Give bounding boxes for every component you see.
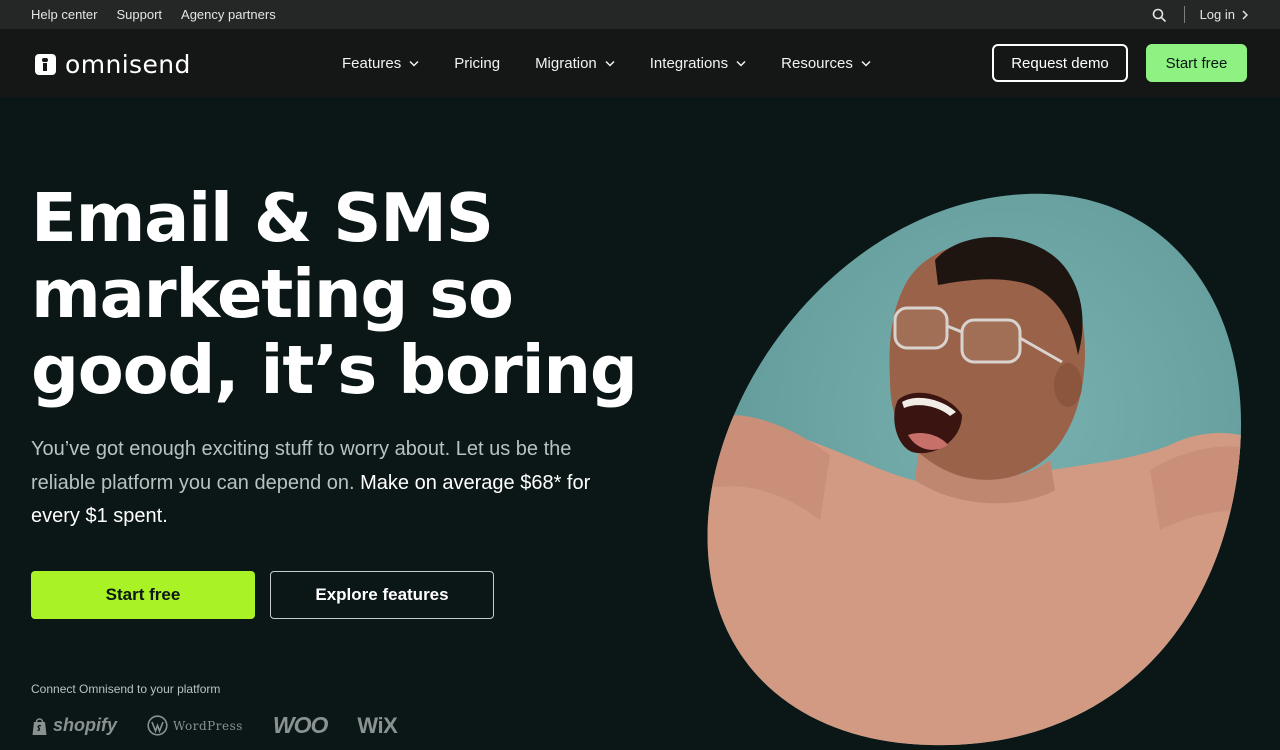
utility-separator bbox=[1183, 6, 1185, 23]
agency-partners-link[interactable]: Agency partners bbox=[181, 7, 276, 22]
wordpress-logo[interactable]: WordPress bbox=[147, 715, 243, 736]
omnisend-logo[interactable]: omnisend bbox=[35, 50, 191, 79]
photo-clip bbox=[707, 193, 1242, 746]
nav-item-integrations[interactable]: Integrations bbox=[650, 55, 746, 72]
shopify-bag-icon bbox=[32, 717, 47, 735]
chevron-down-icon bbox=[409, 60, 419, 67]
hero-subtitle: You’ve got enough exciting stuff to worr… bbox=[31, 433, 591, 534]
nav-item-migration[interactable]: Migration bbox=[535, 55, 615, 72]
hero-title-line: Email & SMS bbox=[31, 179, 494, 257]
utility-right: Log in bbox=[1152, 0, 1248, 29]
nav-item-label: Resources bbox=[781, 54, 853, 72]
request-demo-button[interactable]: Request demo bbox=[992, 44, 1128, 82]
explore-features-button[interactable]: Explore features bbox=[270, 571, 494, 619]
login-link[interactable]: Log in bbox=[1200, 7, 1248, 22]
nav-item-label: Migration bbox=[535, 54, 597, 72]
start-free-hero-button[interactable]: Start free bbox=[31, 571, 255, 619]
logo-text: omnisend bbox=[65, 50, 191, 79]
woo-logo[interactable]: WOO bbox=[273, 712, 328, 739]
nav-item-label: Integrations bbox=[649, 54, 729, 72]
support-link[interactable]: Support bbox=[116, 7, 162, 22]
platform-logos: shopify WordPress WOO WiX bbox=[31, 712, 398, 739]
nav-item-resources[interactable]: Resources bbox=[781, 55, 871, 72]
wix-wordmark: WiX bbox=[357, 712, 398, 738]
nav-item-features[interactable]: Features bbox=[342, 55, 419, 72]
main-navigation: omnisend Features Pricing Migration Inte… bbox=[0, 29, 1280, 97]
wix-logo[interactable]: WiX bbox=[357, 713, 397, 739]
connect-platform-label: Connect Omnisend to your platform bbox=[31, 682, 221, 696]
omnisend-logo-icon bbox=[35, 54, 56, 75]
woo-wordmark: WOO bbox=[272, 712, 328, 738]
hero-title-line: marketing so bbox=[31, 255, 514, 333]
chevron-right-icon bbox=[1242, 9, 1248, 20]
nav-item-label: Features bbox=[342, 54, 402, 72]
nav-item-label: Pricing bbox=[454, 54, 501, 72]
help-center-link[interactable]: Help center bbox=[31, 7, 97, 22]
shopify-wordmark: shopify bbox=[53, 715, 118, 735]
utility-bar: Help center Support Agency partners Log … bbox=[0, 0, 1280, 29]
hero-photo bbox=[707, 193, 1242, 746]
chevron-down-icon bbox=[861, 60, 871, 67]
nav-menu: Features Pricing Migration Integrations … bbox=[342, 29, 906, 97]
chevron-down-icon bbox=[736, 60, 746, 67]
wordpress-icon bbox=[147, 715, 168, 736]
hero-title: Email & SMS marketing so good, it’s bori… bbox=[31, 180, 671, 408]
start-free-nav-button[interactable]: Start free bbox=[1146, 44, 1247, 82]
login-label: Log in bbox=[1199, 7, 1235, 22]
nav-item-pricing[interactable]: Pricing bbox=[454, 55, 500, 72]
hero-title-line: good, it’s boring bbox=[31, 331, 638, 409]
ear bbox=[1054, 363, 1082, 407]
wordpress-wordmark: WordPress bbox=[173, 718, 243, 733]
shopify-logo[interactable]: shopify bbox=[31, 715, 117, 736]
utility-links: Help center Support Agency partners bbox=[31, 7, 276, 22]
search-icon[interactable] bbox=[1152, 8, 1166, 22]
chevron-down-icon bbox=[605, 60, 615, 67]
